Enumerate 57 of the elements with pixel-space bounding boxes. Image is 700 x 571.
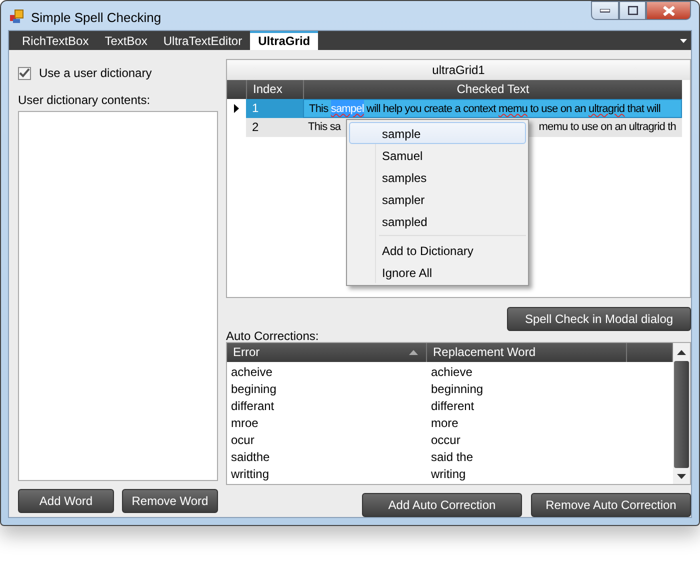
- scroll-up-icon[interactable]: [677, 350, 686, 355]
- tab[interactable]: UltraTextEditor: [155, 32, 250, 50]
- table-cell-text: beginning: [430, 381, 484, 398]
- dictionary-contents-label: User dictionary contents:: [18, 94, 152, 107]
- maximize-button[interactable]: [619, 1, 646, 20]
- cell-text: This sa: [308, 120, 341, 135]
- minimize-button[interactable]: [591, 1, 619, 20]
- column-header[interactable]: Replacement Word: [427, 343, 627, 362]
- table-cell: 1: [246, 99, 303, 118]
- scroll-down-icon[interactable]: [677, 474, 686, 479]
- tab[interactable]: UltraGrid: [250, 31, 318, 50]
- table-cell-text: more: [430, 415, 460, 432]
- auto-corrections-label: Auto Corrections:: [226, 331, 320, 342]
- table-cell: This sampel will help you create a context memu to use on an ultragrid that will: [303, 99, 682, 118]
- menu-item[interactable]: sample: [349, 122, 526, 144]
- close-icon: [662, 6, 674, 16]
- maximize-icon: [628, 6, 638, 15]
- table-cell-text: ocur: [230, 432, 256, 449]
- grid-row[interactable]: 1 This sampel will help you create a context memu to use on an ultragrid that will: [227, 99, 682, 118]
- checkbox-label: Use a user dictionary: [39, 65, 152, 82]
- menu-item[interactable]: sampled: [349, 210, 526, 232]
- tab[interactable]: RichTextBox: [14, 32, 97, 50]
- modal-spell-check-button[interactable]: Spell Check in Modal dialog: [507, 307, 691, 331]
- cell-text: memu to use on an ultragrid th: [538, 120, 676, 135]
- table-cell-text: begining: [230, 381, 278, 398]
- menu-item[interactable]: Ignore All: [349, 261, 526, 283]
- table-cell-text: differant: [230, 398, 276, 415]
- table-cell-text: achieve: [430, 364, 474, 381]
- table-cell-text: different: [430, 398, 476, 415]
- grid-caption: ultraGrid1: [227, 60, 690, 80]
- table-cell-text: saidthe: [230, 449, 271, 466]
- tab[interactable]: TextBox: [96, 32, 156, 50]
- table-cell-text: writting: [230, 466, 270, 483]
- menu-item[interactable]: samples: [349, 166, 526, 188]
- window-title: Simple Spell Checking: [31, 9, 162, 27]
- close-button[interactable]: [646, 1, 691, 20]
- table-cell-text: said the: [430, 449, 474, 466]
- dropdown-arrow-icon[interactable]: [680, 39, 687, 43]
- table-cell-text: acheive: [230, 364, 274, 381]
- add-correction-button[interactable]: Add Auto Correction: [362, 493, 522, 517]
- table-cell: 2: [246, 118, 303, 137]
- scroll-thumb[interactable]: [674, 361, 689, 468]
- remove-correction-button[interactable]: Remove Auto Correction: [531, 493, 691, 517]
- menu-item[interactable]: Samuel: [349, 144, 526, 166]
- scrollbar[interactable]: [673, 343, 690, 484]
- add-word-button[interactable]: Add Word: [18, 489, 114, 513]
- column-header[interactable]: Error: [227, 343, 427, 362]
- menu-item[interactable]: sampler: [349, 188, 526, 210]
- row-selector-icon: [234, 104, 239, 113]
- user-dictionary-checkbox[interactable]: [18, 66, 31, 80]
- table-cell-text: mroe: [230, 415, 260, 432]
- remove-word-button[interactable]: Remove Word: [122, 489, 218, 513]
- table-cell-text: writing: [430, 466, 467, 483]
- minimize-icon: [600, 8, 610, 12]
- menu-item[interactable]: Add to Dictionary: [349, 239, 526, 261]
- app-icon: [9, 8, 25, 24]
- table-cell-text: occur: [430, 432, 462, 449]
